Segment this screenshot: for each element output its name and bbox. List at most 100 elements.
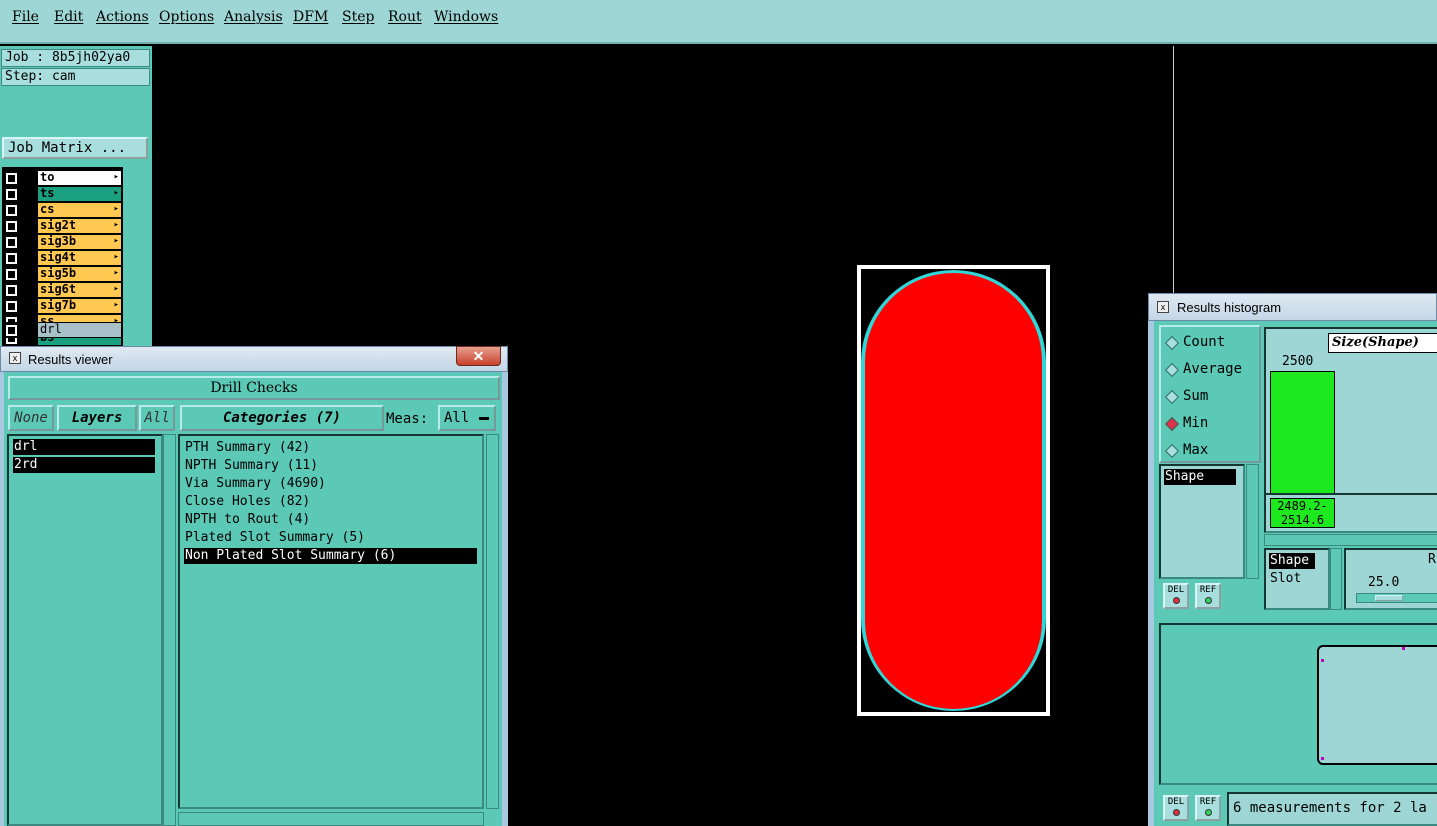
radio-max[interactable] <box>1164 443 1180 459</box>
shape-slot-scrollbar[interactable] <box>1330 548 1342 610</box>
menu-edit[interactable]: Edit <box>54 9 83 25</box>
list-item[interactable]: Shape <box>1269 553 1315 569</box>
all-button[interactable]: All <box>139 405 175 431</box>
layer-name[interactable]: sig6t <box>38 283 121 297</box>
histogram-bar[interactable] <box>1270 371 1335 494</box>
layer-checkbox[interactable] <box>6 253 17 264</box>
layer-row-sig4t[interactable]: sig4t <box>2 250 123 266</box>
layer-row-cs[interactable]: cs <box>2 202 123 218</box>
category-hscrollbar[interactable] <box>178 812 484 826</box>
list-item[interactable]: drl <box>13 439 155 455</box>
list-item[interactable]: Via Summary (4690) <box>184 476 477 492</box>
layer-checkbox[interactable] <box>6 301 17 312</box>
shape-slot-list[interactable]: Shape Slot <box>1264 548 1330 610</box>
slider-thumb[interactable] <box>1375 595 1403 601</box>
layer-row-sig2t[interactable]: sig2t <box>2 218 123 234</box>
close-icon[interactable]: ✕ <box>456 346 501 366</box>
list-item[interactable]: 2rd <box>13 457 155 473</box>
meas-value: All <box>444 410 470 426</box>
results-viewer-titlebar[interactable]: x Results viewer ✕ <box>0 346 508 372</box>
size-shape-label: Size(Shape) <box>1328 333 1437 353</box>
menu-step[interactable]: Step <box>342 9 374 25</box>
histogram-chart: Size(Shape) 2500 <box>1264 327 1437 495</box>
layer-row-ts[interactable]: ts <box>2 186 123 202</box>
status-bar: 6 measurements for 2 la <box>1227 792 1437 826</box>
menu-options[interactable]: Options <box>159 9 214 25</box>
layer-row-sig7b[interactable]: sig7b <box>2 298 123 314</box>
layer-name[interactable]: sig7b <box>38 299 121 313</box>
layer-checkbox[interactable] <box>6 285 17 296</box>
layer-results-list[interactable]: drl 2rd <box>7 434 163 826</box>
shape-list[interactable]: Shape <box>1159 464 1245 579</box>
layer-name[interactable]: sig4t <box>38 251 121 265</box>
drill-layer-name[interactable]: drl <box>38 323 121 337</box>
list-item[interactable]: Close Holes (82) <box>184 494 477 510</box>
layer-panel: Job : 8b5jh02ya0 Step: cam Job Matrix ..… <box>0 46 152 362</box>
slider-value: 25.0 <box>1368 575 1400 590</box>
layer-row-sig3b[interactable]: sig3b <box>2 234 123 250</box>
dropdown-icon <box>479 417 489 420</box>
threshold-slider[interactable] <box>1356 593 1437 603</box>
list-item[interactable]: NPTH Summary (11) <box>184 458 477 474</box>
mode-average-label: Average <box>1183 361 1243 377</box>
menu-dfm[interactable]: DFM <box>293 9 328 25</box>
layer-checkbox[interactable] <box>6 189 17 200</box>
job-matrix-button[interactable]: Job Matrix ... <box>2 137 148 159</box>
histogram-hscrollbar[interactable] <box>1264 534 1437 546</box>
results-histogram-titlebar[interactable]: x Results histogram <box>1148 293 1437 321</box>
layer-name[interactable]: ts <box>38 187 121 201</box>
layer-checkbox[interactable] <box>6 173 17 184</box>
layer-row-to[interactable]: to <box>2 170 123 186</box>
layer-name[interactable]: to <box>38 171 121 185</box>
drill-checks-header[interactable]: Drill Checks <box>8 376 500 400</box>
radio-count[interactable] <box>1164 335 1180 351</box>
list-item[interactable]: Slot <box>1269 571 1315 587</box>
layer-checkbox[interactable] <box>6 237 17 248</box>
del-button-2[interactable]: DEL <box>1163 795 1189 821</box>
shape-list-scrollbar[interactable] <box>1246 464 1259 579</box>
menu-file[interactable]: File <box>12 9 39 25</box>
layer-name[interactable]: sig3b <box>38 235 121 249</box>
ref-button-2[interactable]: REF <box>1195 795 1221 821</box>
layer-row-sig5b[interactable]: sig5b <box>2 266 123 282</box>
marker <box>1402 647 1405 650</box>
layer-checkbox[interactable] <box>6 221 17 232</box>
layer-name[interactable]: sig2t <box>38 219 121 233</box>
ref-button[interactable]: REF <box>1195 583 1221 609</box>
menu-windows[interactable]: Windows <box>434 9 498 25</box>
menu-rout[interactable]: Rout <box>388 9 422 25</box>
category-list[interactable]: PTH Summary (42) NPTH Summary (11) Via S… <box>178 434 484 809</box>
layer-checkbox[interactable] <box>6 269 17 280</box>
menu-actions[interactable]: Actions <box>96 9 149 25</box>
red-dot-icon <box>1172 597 1180 604</box>
slot-shape[interactable] <box>865 273 1042 709</box>
radio-min-selected[interactable] <box>1164 416 1180 432</box>
slot-outline[interactable] <box>857 265 1050 716</box>
mode-max-label: Max <box>1183 442 1209 458</box>
layer-list-scrollbar[interactable] <box>163 434 176 826</box>
results-viewer-body: Drill Checks None Layers All Categories … <box>0 372 508 826</box>
layer-name[interactable]: cs <box>38 203 121 217</box>
layer-row-sig6t[interactable]: sig6t <box>2 282 123 298</box>
layers-button[interactable]: Layers <box>57 405 137 431</box>
list-item[interactable]: Plated Slot Summary (5) <box>184 530 477 546</box>
list-item-selected[interactable]: Non Plated Slot Summary (6) <box>184 548 477 564</box>
categories-button[interactable]: Categories (7) <box>180 405 384 431</box>
list-item[interactable]: PTH Summary (42) <box>184 440 477 456</box>
category-list-scrollbar[interactable] <box>486 434 499 809</box>
layer-checkbox[interactable] <box>6 205 17 216</box>
layer-name[interactable]: sig5b <box>38 267 121 281</box>
layer-checkbox[interactable] <box>6 325 17 336</box>
menu-analysis[interactable]: Analysis <box>224 9 283 25</box>
drill-layer-row[interactable]: drl <box>2 322 123 338</box>
radio-average[interactable] <box>1164 362 1180 378</box>
bin-range-label: 2489.2- 2514.6 <box>1270 498 1335 528</box>
list-item[interactable]: NPTH to Rout (4) <box>184 512 477 528</box>
none-button[interactable]: None <box>8 405 54 431</box>
preview-board[interactable] <box>1317 645 1437 765</box>
meas-select[interactable]: All <box>438 405 496 431</box>
results-viewer-title: Results viewer <box>28 352 113 367</box>
radio-sum[interactable] <box>1164 389 1180 405</box>
list-item[interactable]: Shape <box>1164 469 1236 485</box>
del-button[interactable]: DEL <box>1163 583 1189 609</box>
